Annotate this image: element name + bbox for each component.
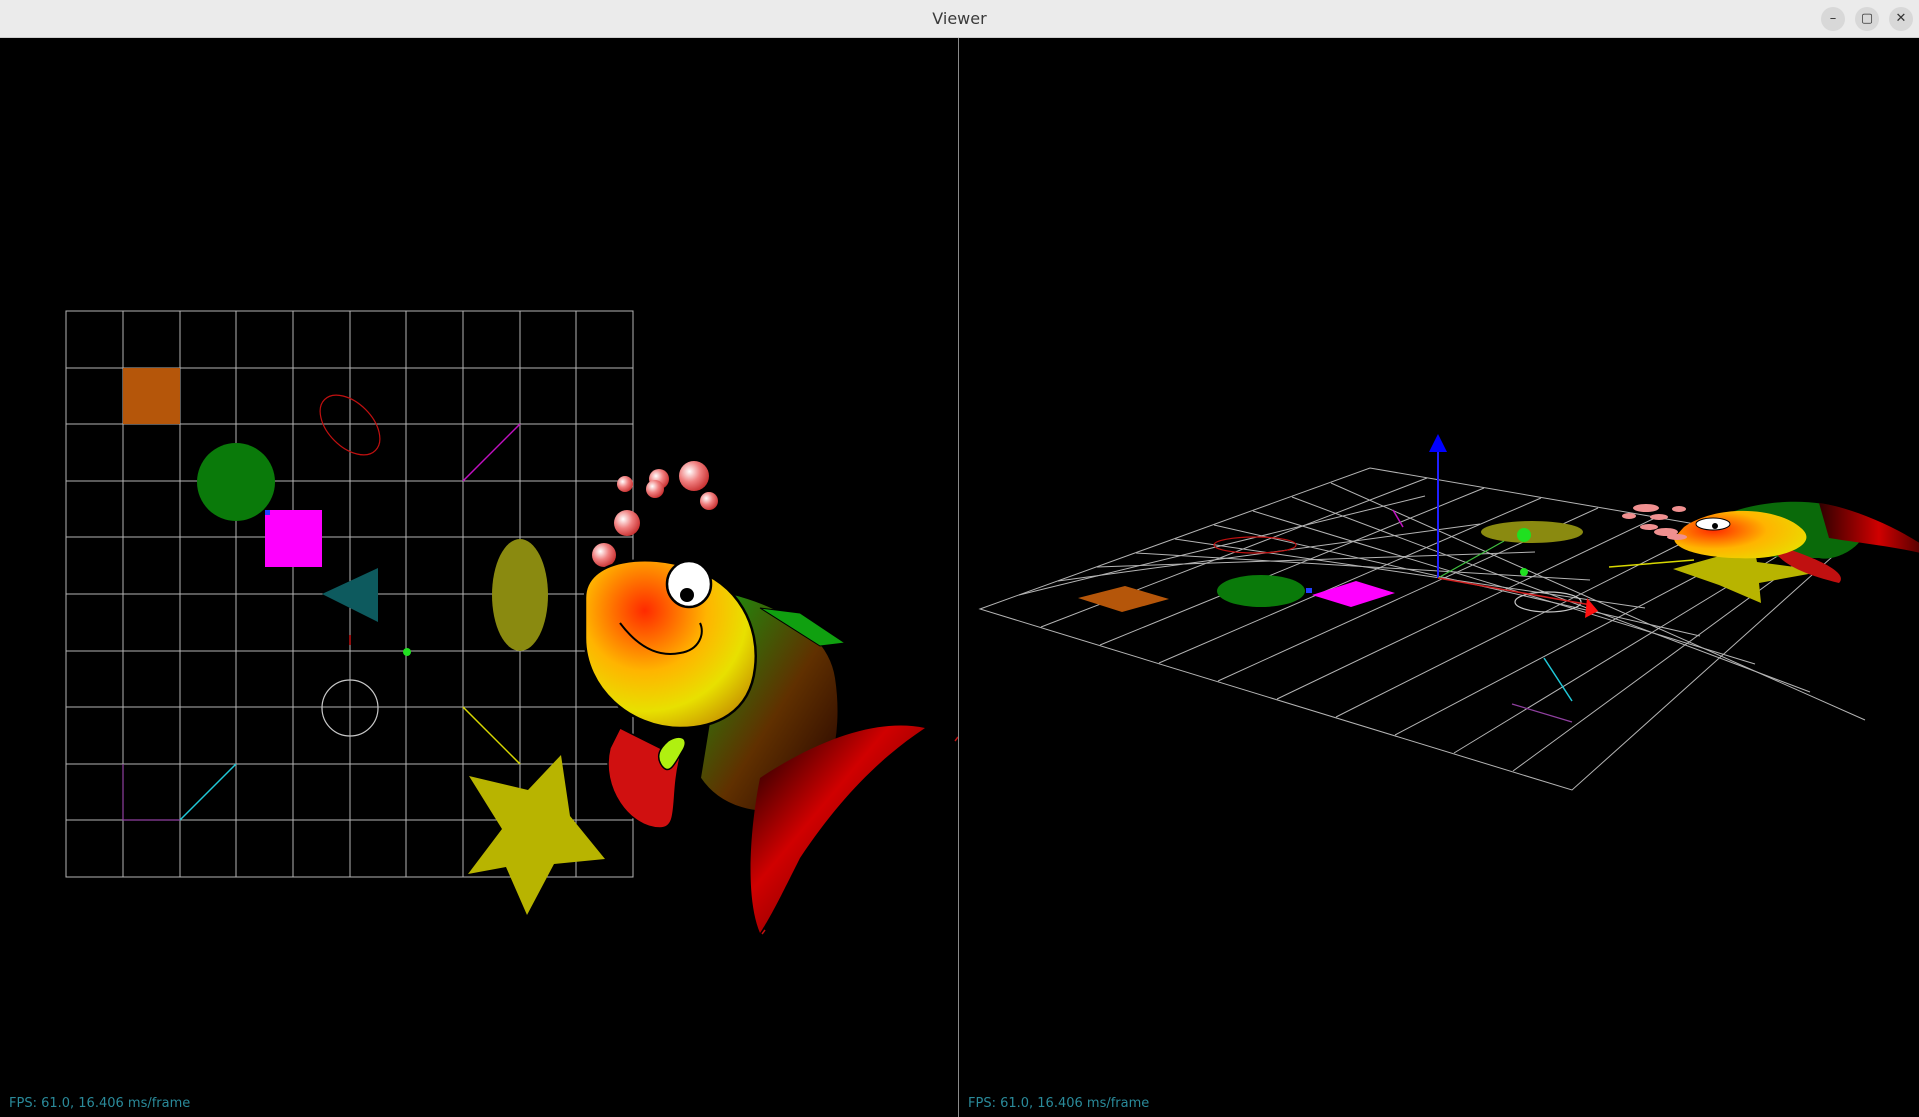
- title-bar[interactable]: Viewer – ▢ ✕: [0, 0, 1919, 38]
- viewer-content: FPS: 61.0, 16.406 ms/frame FPS: 61.0, 16…: [0, 38, 1919, 1117]
- green-dot: [1520, 568, 1528, 576]
- magenta-square: [265, 510, 322, 567]
- red-tick: [761, 929, 766, 935]
- bubbles: [592, 461, 718, 567]
- window-title: Viewer: [932, 9, 987, 28]
- orange-square: [123, 368, 180, 424]
- yellow-star: [468, 755, 605, 915]
- maximize-button[interactable]: ▢: [1855, 7, 1879, 31]
- yellow-line: [462, 706, 521, 765]
- right-viewport[interactable]: FPS: 61.0, 16.406 ms/frame: [959, 38, 1919, 1117]
- green-dot: [1517, 528, 1531, 542]
- fps-counter: FPS: 61.0, 16.406 ms/frame: [9, 1096, 191, 1111]
- blue-marker: [265, 510, 270, 515]
- green-circle: [197, 443, 275, 521]
- cyan-line: [179, 763, 237, 821]
- blue-marker: [1306, 588, 1312, 593]
- orange-square: [1078, 586, 1169, 612]
- fish-sprite: [583, 559, 925, 933]
- left-viewport[interactable]: FPS: 61.0, 16.406 ms/frame: [0, 38, 958, 1117]
- green-dot: [403, 648, 411, 656]
- right-scene: [978, 434, 1919, 791]
- minimize-button[interactable]: –: [1821, 7, 1845, 31]
- yellow-line: [1608, 559, 1695, 568]
- close-button[interactable]: ✕: [1889, 7, 1913, 31]
- magenta-square: [1312, 581, 1395, 607]
- bubbles: [1622, 504, 1687, 540]
- purple-line: [1511, 703, 1573, 723]
- purple-corner-line: [122, 764, 180, 821]
- green-circle: [1217, 575, 1305, 607]
- cyan-line: [1543, 657, 1573, 702]
- olive-ellipse: [492, 539, 548, 651]
- left-scene: [65, 310, 958, 935]
- fps-counter: FPS: 61.0, 16.406 ms/frame: [968, 1096, 1150, 1111]
- magenta-line: [462, 423, 521, 482]
- olive-ellipse: [1481, 521, 1583, 543]
